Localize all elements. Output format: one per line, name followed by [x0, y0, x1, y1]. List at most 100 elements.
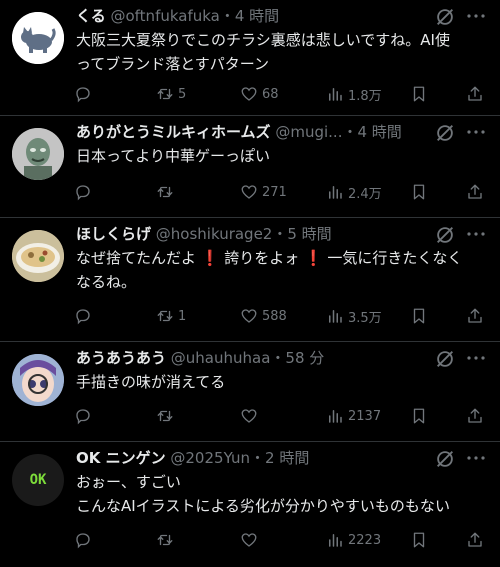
- share-button[interactable]: [466, 82, 484, 106]
- retweet-button[interactable]: 1: [156, 304, 186, 328]
- display-name[interactable]: くる: [76, 7, 106, 25]
- views-button[interactable]: 3.5万: [326, 304, 382, 328]
- tweet-text: おぉー、すごい こんなAIイラストによる劣化が分かりやすいものもない: [76, 470, 484, 518]
- more-icon[interactable]: [464, 346, 488, 370]
- views-button[interactable]: 2137: [326, 404, 381, 428]
- views-count: 2.4万: [348, 186, 382, 202]
- display-name[interactable]: あうあうあう: [76, 349, 166, 367]
- tweet[interactable]: あうあうあう @uhauhuhaa・58 分 手描きの味が消えてる 2137: [0, 342, 500, 442]
- like-button[interactable]: 68: [240, 82, 279, 106]
- more-icon[interactable]: [464, 222, 488, 246]
- avatar[interactable]: OK: [12, 454, 64, 506]
- grok-icon[interactable]: [434, 122, 456, 144]
- avatar[interactable]: [12, 230, 64, 282]
- bookmark-button[interactable]: [410, 180, 428, 204]
- like-icon: [241, 309, 257, 323]
- tweet-header: くる @oftnfukafuka・4 時間: [76, 4, 440, 28]
- views-button[interactable]: 1.8万: [326, 82, 382, 106]
- views-count: 1.8万: [348, 88, 382, 104]
- handle-time[interactable]: @uhauhuhaa・58 分: [171, 349, 324, 367]
- bookmark-icon: [413, 408, 425, 424]
- more-icon[interactable]: [464, 446, 488, 470]
- retweet-button[interactable]: [156, 404, 178, 428]
- views-icon: [329, 186, 342, 199]
- share-icon: [468, 532, 482, 547]
- grok-icon[interactable]: [434, 224, 456, 246]
- tweet[interactable]: OK OK ニンゲン @2025Yun・2 時間 おぉー、すごい こんなAIイラ…: [0, 442, 500, 567]
- share-button[interactable]: [466, 404, 484, 428]
- views-count: 2223: [348, 532, 382, 548]
- bookmark-button[interactable]: [410, 404, 428, 428]
- reply-icon: [76, 185, 90, 201]
- like-icon: [241, 87, 257, 101]
- more-icon[interactable]: [464, 4, 488, 28]
- handle-time[interactable]: @mugi...・4 時間: [275, 123, 401, 141]
- cat-avatar-icon: [12, 12, 64, 64]
- share-icon: [468, 86, 482, 101]
- like-icon: [241, 185, 257, 199]
- retweet-icon: [157, 410, 173, 422]
- bookmark-button[interactable]: [410, 528, 428, 552]
- reply-button[interactable]: [74, 180, 92, 204]
- tweet-text-line: こんなAIイラストによる劣化が分かりやすいものもない: [76, 497, 450, 515]
- action-bar: 271 2.4万: [72, 180, 490, 204]
- like-count: 588: [262, 308, 287, 324]
- more-icon[interactable]: [464, 120, 488, 144]
- handle-time[interactable]: @hoshikurage2・5 時間: [156, 225, 332, 243]
- like-count: 68: [262, 86, 279, 102]
- retweet-button[interactable]: 5: [156, 82, 186, 106]
- tweet[interactable]: ありがとうミルキィホームズ @mugi...・4 時間 日本ってより中華ゲーっぽ…: [0, 116, 500, 218]
- reply-button[interactable]: [74, 404, 92, 428]
- tweet-text-line: 大阪三大夏祭りでこのチラシ裏感は悲しいですね。AI使: [76, 31, 450, 49]
- display-name[interactable]: OK ニンゲン: [76, 449, 166, 467]
- tweet-text-line: おぉー、すごい: [76, 473, 181, 491]
- reply-button[interactable]: [74, 304, 92, 328]
- like-button[interactable]: [240, 404, 262, 428]
- handle-time[interactable]: @2025Yun・2 時間: [170, 449, 309, 467]
- action-bar: 2223: [72, 528, 490, 552]
- like-button[interactable]: 588: [240, 304, 287, 328]
- bookmark-icon: [413, 86, 425, 102]
- display-name[interactable]: ありがとうミルキィホームズ: [76, 123, 271, 141]
- avatar[interactable]: [12, 354, 64, 406]
- tweet-header: ほしくらげ @hoshikurage2・5 時間: [76, 222, 440, 246]
- handle-time[interactable]: @oftnfukafuka・4 時間: [110, 7, 279, 25]
- views-button[interactable]: 2.4万: [326, 180, 382, 204]
- anime-avatar-icon: [12, 354, 64, 406]
- bookmark-icon: [413, 532, 425, 548]
- share-button[interactable]: [466, 180, 484, 204]
- grok-icon[interactable]: [434, 448, 456, 470]
- tweet[interactable]: ほしくらげ @hoshikurage2・5 時間 なぜ捨てたんだよ ❗ 誇りをよ…: [0, 218, 500, 342]
- views-icon: [329, 310, 342, 323]
- views-icon: [329, 410, 342, 423]
- retweet-button[interactable]: [156, 180, 178, 204]
- tweet-text-line: なるね。: [76, 273, 137, 291]
- reply-icon: [76, 87, 90, 103]
- share-icon: [468, 184, 482, 199]
- share-button[interactable]: [466, 528, 484, 552]
- like-button[interactable]: [240, 528, 262, 552]
- grok-icon[interactable]: [434, 348, 456, 370]
- tweet-header: あうあうあう @uhauhuhaa・58 分: [76, 346, 440, 370]
- retweet-button[interactable]: [156, 528, 178, 552]
- bookmark-button[interactable]: [410, 82, 428, 106]
- like-button[interactable]: 271: [240, 180, 287, 204]
- views-icon: [329, 88, 342, 101]
- tweet[interactable]: くる @oftnfukafuka・4 時間 大阪三大夏祭りでこのチラシ裏感は悲し…: [0, 0, 500, 116]
- tweet-text-line: 日本ってより中華ゲーっぽい: [76, 147, 270, 165]
- action-bar: 2137: [72, 404, 490, 428]
- reply-button[interactable]: [74, 82, 92, 106]
- display-name[interactable]: ほしくらげ: [76, 225, 151, 243]
- avatar[interactable]: [12, 12, 64, 64]
- views-button[interactable]: 2223: [326, 528, 381, 552]
- reply-button[interactable]: [74, 528, 92, 552]
- share-button[interactable]: [466, 304, 484, 328]
- bookmark-button[interactable]: [410, 304, 428, 328]
- share-icon: [468, 408, 482, 423]
- avatar[interactable]: [12, 128, 64, 180]
- views-icon: [329, 534, 342, 547]
- retweet-icon: [157, 186, 173, 198]
- reply-icon: [76, 533, 90, 549]
- grok-icon[interactable]: [434, 6, 456, 28]
- views-count: 3.5万: [348, 310, 382, 326]
